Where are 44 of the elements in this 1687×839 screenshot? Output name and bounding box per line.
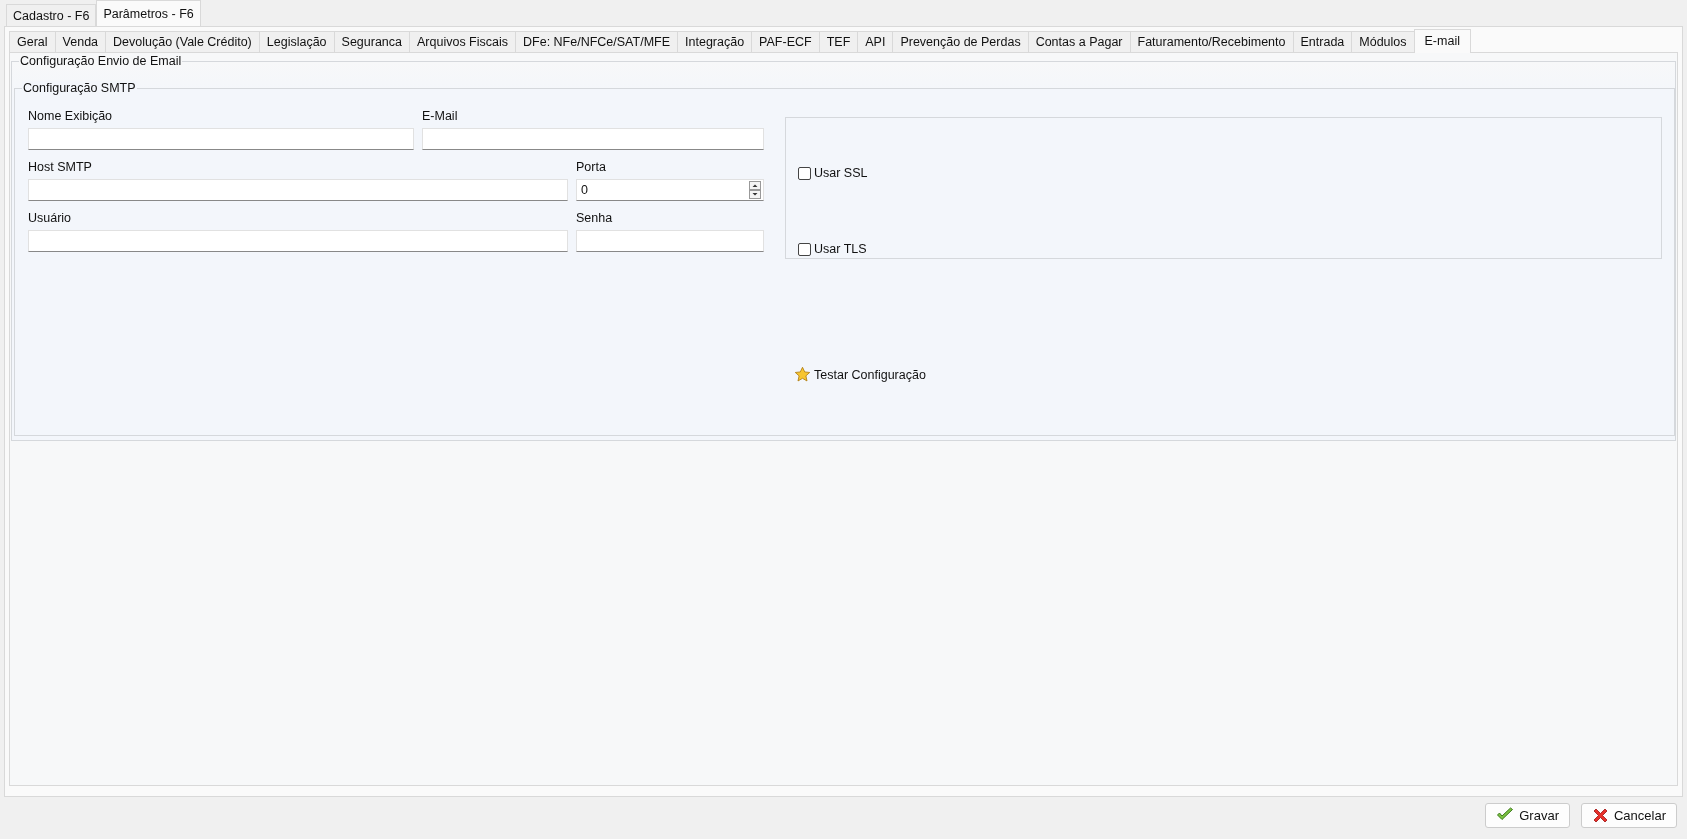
cancel-button[interactable]: Cancelar: [1580, 802, 1677, 828]
settings-tab[interactable]: Devolução (Vale Crédito): [105, 31, 260, 52]
cross-icon: [1591, 806, 1609, 824]
checkbox-label: Usar SSL: [814, 166, 868, 180]
settings-tab[interactable]: Arquivos Fiscais: [409, 31, 516, 52]
settings-tab[interactable]: Venda: [54, 31, 107, 52]
input-field[interactable]: [422, 128, 764, 150]
settings-tab[interactable]: Módulos: [1351, 31, 1415, 52]
spin-field[interactable]: 0: [576, 179, 764, 201]
field-label: Nome Exibição: [28, 109, 114, 123]
settings-tab[interactable]: Legislação: [258, 31, 335, 52]
star-icon: [794, 366, 811, 383]
save-button[interactable]: Gravar: [1485, 802, 1570, 828]
input-field[interactable]: [28, 230, 568, 252]
input-field[interactable]: [576, 230, 764, 252]
checkbox[interactable]: [798, 166, 811, 180]
test-button[interactable]: Testar Configuração: [792, 364, 928, 385]
field-label: Usuário: [28, 211, 73, 225]
settings-tab[interactable]: Integração: [677, 31, 753, 52]
field-label: Host SMTP: [28, 160, 93, 174]
input-field[interactable]: [28, 179, 568, 201]
page-tab[interactable]: Cadastro - F6: [6, 4, 97, 26]
settings-tab[interactable]: TEF: [818, 31, 859, 52]
field-label: Porta: [576, 160, 607, 174]
settings-tab[interactable]: Contas a Pagar: [1027, 31, 1131, 52]
checkbox[interactable]: [798, 242, 811, 256]
settings-tab[interactable]: E-mail: [1413, 29, 1471, 53]
field-label: E-Mail: [422, 109, 459, 123]
settings-tab[interactable]: PAF-ECF: [751, 31, 820, 52]
settings-tab[interactable]: API: [857, 31, 894, 52]
group-title: Configuração Envio de Email: [19, 54, 183, 68]
settings-tab[interactable]: Entrada: [1292, 31, 1353, 52]
settings-tab[interactable]: Prevenção de Perdas: [892, 31, 1029, 52]
settings-tab[interactable]: Geral: [9, 31, 56, 52]
page-tab[interactable]: Parâmetros - F6: [96, 0, 201, 26]
input-field[interactable]: [28, 128, 414, 150]
settings-tab[interactable]: Faturamento/Recebimento: [1129, 31, 1294, 52]
settings-tab[interactable]: DFe: NFe/NFCe/SAT/MFE: [515, 31, 679, 52]
spin-arrows-icon[interactable]: [749, 181, 761, 199]
settings-tab[interactable]: Seguranca: [333, 31, 410, 52]
group-title: Configuração SMTP: [22, 81, 137, 95]
checkmark-icon: [1496, 807, 1515, 823]
checkbox-label: Usar TLS: [814, 242, 867, 256]
field-label: Senha: [576, 211, 614, 225]
